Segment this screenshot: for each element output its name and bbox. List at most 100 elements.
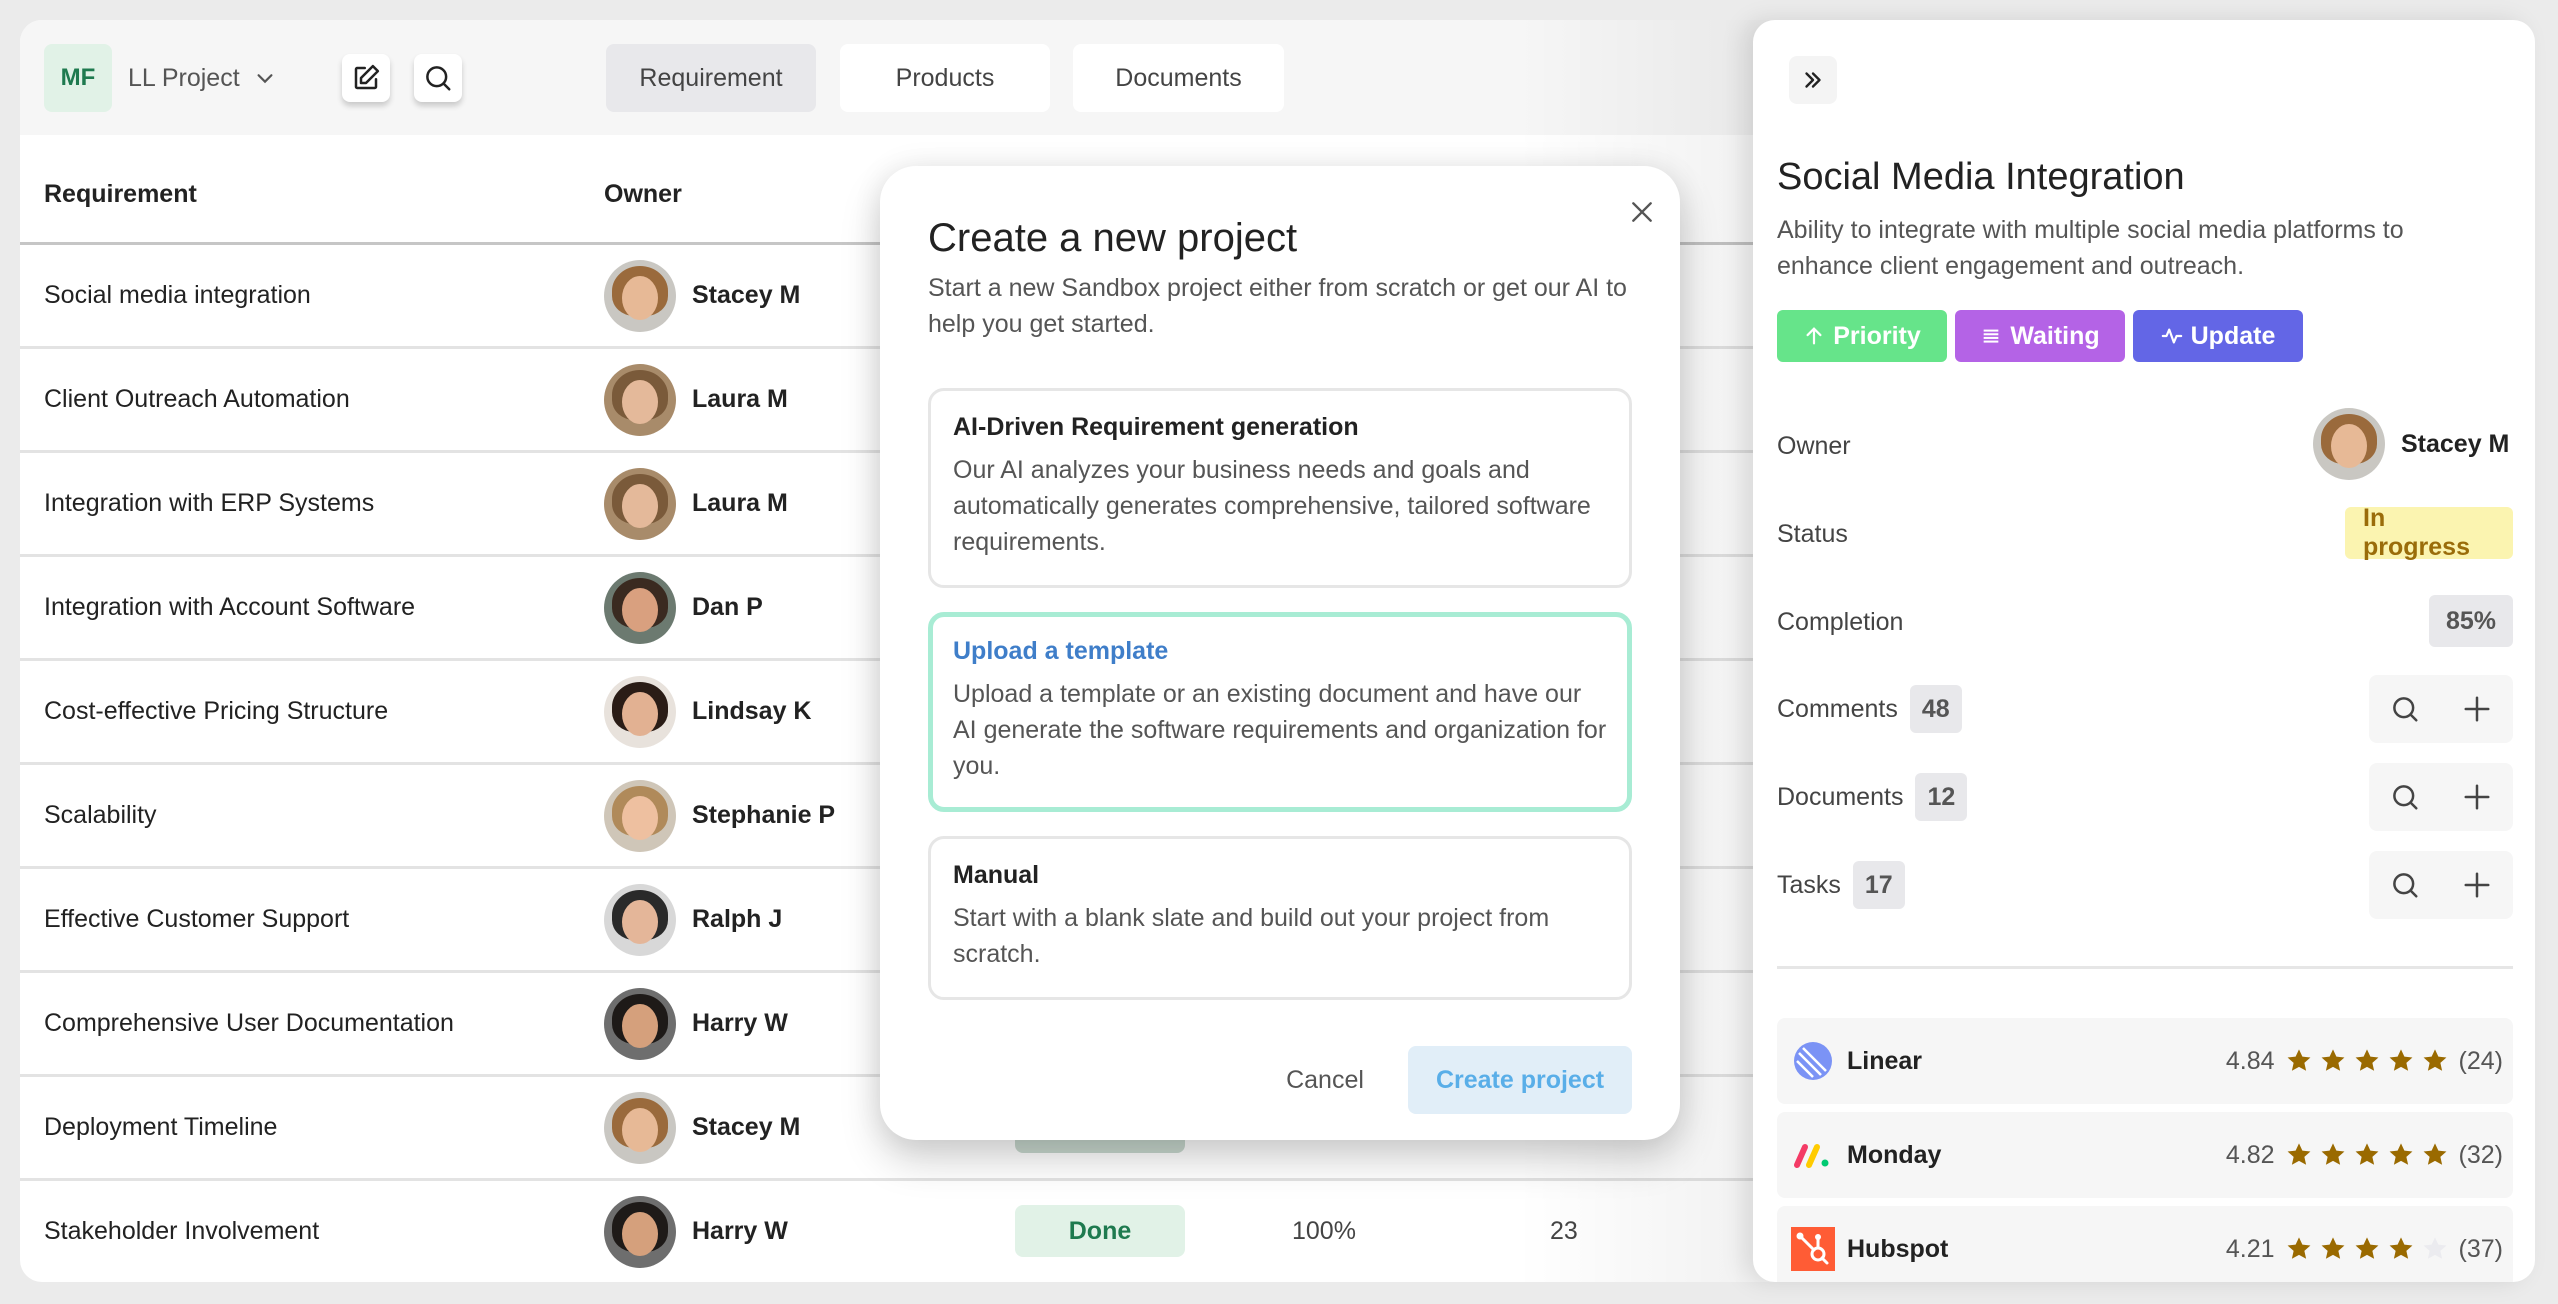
owner-name: Laura M	[692, 489, 788, 517]
project-name: LL Project	[128, 63, 240, 92]
column-header-requirement[interactable]: Requirement	[44, 180, 197, 209]
toolbar: MF LL Project Requirement Products Docum…	[20, 20, 1780, 135]
avatar	[604, 987, 676, 1060]
plus-icon[interactable]	[2462, 694, 2492, 724]
chevrons-right-icon	[1805, 72, 1821, 88]
search-icon	[426, 66, 451, 91]
close-button[interactable]	[1622, 192, 1662, 232]
star-filled-icon	[2355, 1049, 2378, 1071]
create-project-button[interactable]: Create project	[1408, 1046, 1632, 1114]
hubspot-logo-icon	[1791, 1227, 1835, 1271]
search-icon[interactable]	[2390, 870, 2420, 900]
owner-cell: Laura M	[604, 453, 788, 554]
requirement-cell: Integration with ERP Systems	[44, 489, 375, 517]
edit-button[interactable]	[342, 54, 390, 102]
owner-cell: Stacey M	[604, 245, 800, 346]
app-row-hubspot[interactable]: Hubspot 4.21 (37)	[1777, 1206, 2513, 1282]
star-empty-icon	[2423, 1237, 2446, 1259]
completion-cell: 100%	[1292, 1217, 1356, 1245]
chevron-down-icon	[257, 74, 273, 84]
option-ai-driven[interactable]: AI-Driven Requirement generation Our AI …	[928, 388, 1632, 588]
status-label: Status	[1777, 520, 1848, 548]
panel-divider	[1777, 966, 2513, 969]
project-selector[interactable]: LL Project	[128, 44, 276, 112]
close-icon	[1632, 202, 1652, 222]
tag-update[interactable]: Update	[2133, 310, 2303, 362]
column-header-owner[interactable]: Owner	[604, 180, 682, 209]
owner-cell: Laura M	[604, 349, 788, 450]
avatar	[604, 259, 676, 332]
star-rating	[2285, 1235, 2449, 1263]
star-filled-icon	[2389, 1049, 2412, 1071]
star-filled-icon	[2423, 1049, 2446, 1071]
documents-count: 12	[1915, 773, 1968, 821]
option-upload-template[interactable]: Upload a template Upload a template or a…	[928, 612, 1632, 812]
star-filled-icon	[2355, 1237, 2378, 1259]
owner-cell: Stacey M	[604, 1077, 800, 1178]
tab-documents[interactable]: Documents	[1073, 44, 1284, 112]
avatar	[604, 467, 676, 540]
requirement-cell: Client Outreach Automation	[44, 385, 350, 413]
tag-waiting[interactable]: Waiting	[1955, 310, 2125, 362]
tasks-actions	[2369, 851, 2513, 919]
owner-value[interactable]: Stacey M	[2313, 408, 2509, 480]
star-rating	[2285, 1047, 2449, 1075]
app-row-monday[interactable]: Monday 4.82 (32)	[1777, 1112, 2513, 1198]
arrow-up-icon	[1806, 327, 1822, 345]
requirement-cell: Integration with Account Software	[44, 593, 416, 621]
requirement-cell: Comprehensive User Documentation	[44, 1009, 454, 1037]
detail-panel: Social Media Integration Ability to inte…	[1753, 20, 2535, 1282]
status-badge: Done	[1015, 1205, 1185, 1257]
tasks-row: Tasks 17	[1777, 860, 1905, 910]
option-description: Start with a blank slate and build out y…	[953, 904, 1550, 968]
star-filled-icon	[2321, 1143, 2344, 1165]
requirement-cell: Scalability	[44, 801, 157, 829]
completion-label: Completion	[1777, 608, 1904, 636]
table-row[interactable]: Stakeholder Involvement Harry W Done 100…	[20, 1181, 1780, 1282]
star-filled-icon	[2287, 1237, 2310, 1259]
tab-products[interactable]: Products	[840, 44, 1050, 112]
rating-score: 4.82	[2225, 1140, 2275, 1169]
option-title: Upload a template	[953, 637, 1169, 665]
cancel-button[interactable]: Cancel	[1250, 1046, 1400, 1114]
owner-label: Owner	[1777, 432, 1851, 460]
review-count: (37)	[2458, 1234, 2503, 1263]
collapse-panel-button[interactable]	[1789, 56, 1837, 104]
plus-icon[interactable]	[2462, 782, 2492, 812]
owner-name: Stacey M	[692, 1113, 801, 1141]
search-icon[interactable]	[2390, 782, 2420, 812]
owner-name: Laura M	[692, 385, 788, 413]
star-filled-icon	[2423, 1143, 2446, 1165]
plus-icon[interactable]	[2462, 870, 2492, 900]
avatar	[2313, 408, 2385, 480]
requirement-cell: Social media integration	[44, 281, 311, 309]
create-project-modal: Create a new project Start a new Sandbox…	[880, 166, 1680, 1140]
option-description: Our AI analyzes your business needs and …	[953, 456, 1591, 556]
owner-cell: Harry W	[604, 973, 788, 1074]
documents-row: Documents 12	[1777, 772, 1968, 822]
star-filled-icon	[2287, 1049, 2310, 1071]
requirement-cell: Cost-effective Pricing Structure	[44, 697, 389, 725]
search-button[interactable]	[414, 54, 462, 102]
comments-actions	[2369, 675, 2513, 743]
owner-cell: Dan P	[604, 557, 763, 658]
status-badge[interactable]: In progress	[2345, 504, 2513, 561]
avatar	[604, 1091, 676, 1164]
star-filled-icon	[2389, 1143, 2412, 1165]
avatar	[604, 675, 676, 748]
app-row-linear[interactable]: Linear 4.84 (24)	[1777, 1018, 2513, 1104]
comments-count: 48	[1909, 685, 1962, 733]
avatar	[604, 883, 676, 956]
owner-name: Harry W	[692, 1009, 788, 1037]
review-count: (24)	[2458, 1046, 2503, 1075]
tab-requirement[interactable]: Requirement	[606, 44, 816, 112]
owner-name: Ralph J	[692, 905, 783, 933]
search-icon[interactable]	[2390, 694, 2420, 724]
option-manual[interactable]: Manual Start with a blank slate and buil…	[928, 836, 1632, 1000]
rating-score: 4.84	[2225, 1046, 2275, 1075]
comments-row: Comments 48	[1777, 684, 1962, 734]
workspace-badge[interactable]: MF	[44, 44, 112, 112]
avatar	[604, 779, 676, 852]
tag-priority[interactable]: Priority	[1777, 310, 1947, 362]
activity-icon	[2161, 328, 2182, 344]
